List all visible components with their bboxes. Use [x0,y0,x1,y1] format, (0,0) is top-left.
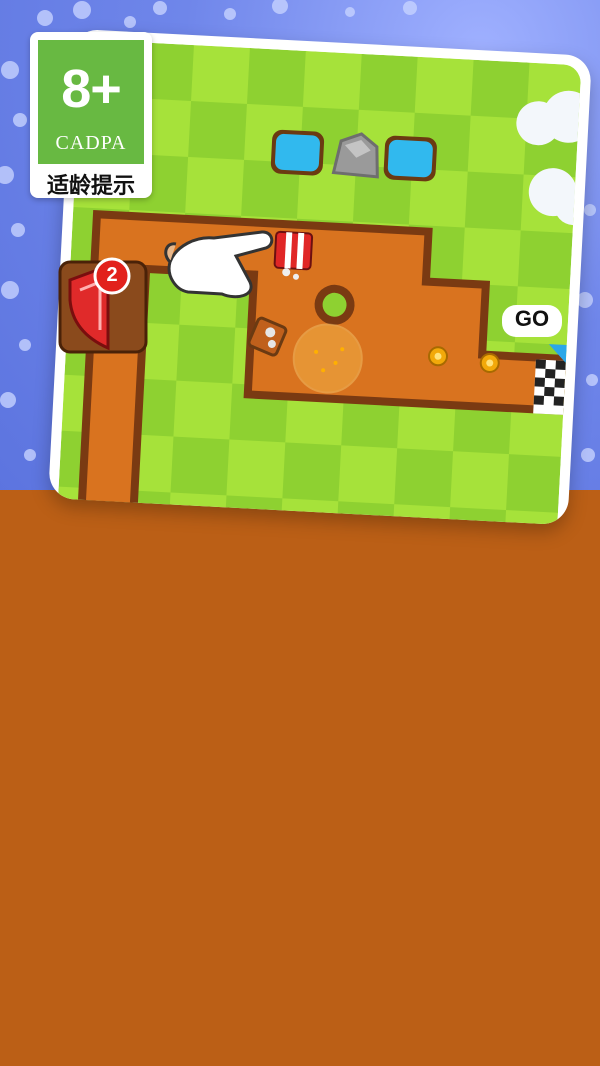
age-rating-value: 8+ [61,59,122,119]
age-notice-label: 适龄提示 [46,173,135,198]
badge-count-label: 2 [106,264,118,286]
rating-organization: CADPA [55,132,127,154]
age-rating-panel: 8+ CADPA [38,40,144,164]
go-sign-label: GO [514,306,550,331]
tutorial-hand-icon [164,230,274,299]
age-rating-badge: 8+ CADPA 适龄提示 [30,32,152,198]
